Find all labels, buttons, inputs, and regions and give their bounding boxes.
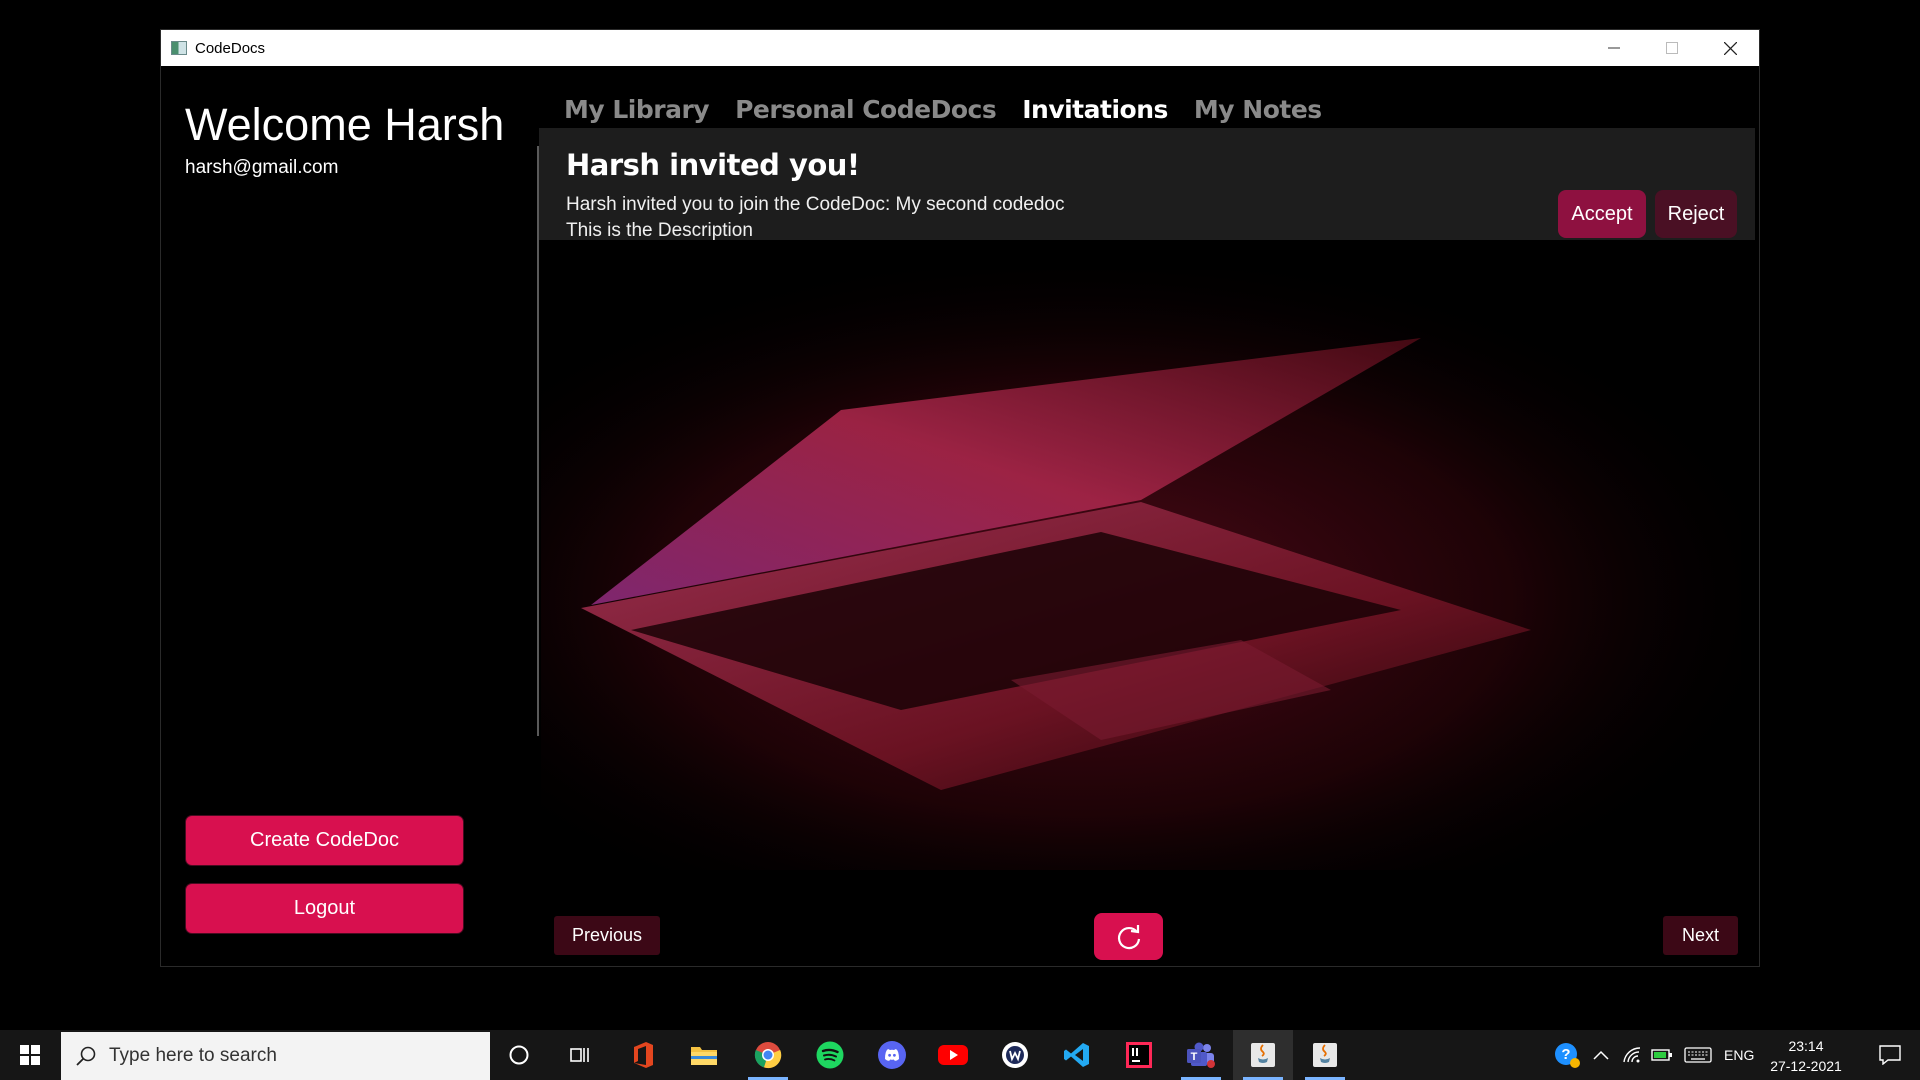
discord-app[interactable] <box>862 1030 922 1080</box>
wordpad-app[interactable] <box>985 1030 1045 1080</box>
close-button[interactable] <box>1701 30 1759 66</box>
minimize-button[interactable] <box>1585 30 1643 66</box>
spotify-icon <box>816 1041 844 1069</box>
keyboard-tray-button[interactable] <box>1680 1030 1716 1080</box>
clock-time: 23:14 <box>1788 1038 1824 1054</box>
task-view-button[interactable] <box>550 1030 610 1080</box>
help-tray-button[interactable]: ? <box>1550 1030 1584 1080</box>
invitation-card: Harsh invited you! Harsh invited you to … <box>539 128 1755 241</box>
windows-icon <box>20 1045 40 1065</box>
vscode-icon <box>1064 1043 1089 1067</box>
search-placeholder: Type here to search <box>109 1045 277 1066</box>
tab-bar: My Library Personal CodeDocs Invitations… <box>551 86 1335 134</box>
help-icon: ? <box>1555 1043 1580 1068</box>
cortana-icon <box>509 1045 529 1065</box>
maximize-button[interactable] <box>1643 30 1701 66</box>
reject-button[interactable]: Reject <box>1655 190 1737 238</box>
invitation-description: This is the Description <box>566 220 753 241</box>
intellij-app[interactable] <box>1109 1030 1169 1080</box>
app-window: CodeDocs Welcome Harsh harsh@gmail.com C… <box>160 29 1760 967</box>
user-email: harsh@gmail.com <box>185 157 339 178</box>
youtube-app[interactable] <box>923 1030 983 1080</box>
taskbar-search-box[interactable]: Type here to search <box>61 1032 490 1080</box>
svg-text:T: T <box>1191 1051 1198 1063</box>
keyboard-icon <box>1684 1047 1712 1063</box>
java-app[interactable] <box>1295 1030 1355 1080</box>
tab-my-notes[interactable]: My Notes <box>1181 86 1335 134</box>
youtube-icon <box>938 1045 968 1065</box>
refresh-button[interactable] <box>1094 913 1163 960</box>
previous-button[interactable]: Previous <box>554 916 660 955</box>
show-hidden-icons-button[interactable] <box>1588 1030 1614 1080</box>
chrome-icon <box>754 1042 782 1069</box>
office-icon <box>634 1042 653 1068</box>
welcome-heading: Welcome Harsh <box>185 99 505 150</box>
laptop-background-image <box>541 270 1741 870</box>
network-tray-button[interactable] <box>1618 1030 1646 1080</box>
invitation-message: Harsh invited you to join the CodeDoc: M… <box>566 194 1065 215</box>
svg-text:?: ? <box>1561 1046 1570 1063</box>
chevron-up-icon <box>1593 1050 1609 1060</box>
next-button[interactable]: Next <box>1663 916 1738 955</box>
title-bar[interactable]: CodeDocs <box>161 30 1759 66</box>
office-app[interactable] <box>613 1030 673 1080</box>
window-title: CodeDocs <box>195 39 266 57</box>
intellij-icon <box>1126 1042 1152 1068</box>
close-icon <box>1723 41 1737 55</box>
file-explorer-icon <box>691 1047 717 1065</box>
search-icon <box>76 1046 96 1066</box>
app-icon <box>171 41 187 55</box>
taskbar: Type here to search T ? ENG 23:14 27-12-… <box>0 1030 1920 1080</box>
chrome-app[interactable] <box>738 1030 798 1080</box>
notification-center-button[interactable] <box>1865 1030 1915 1080</box>
tab-invitations[interactable]: Invitations <box>1009 86 1181 134</box>
file-explorer-app[interactable] <box>674 1030 734 1080</box>
java-app-active[interactable] <box>1233 1030 1293 1080</box>
java-icon <box>1251 1043 1275 1067</box>
battery-tray-button[interactable] <box>1648 1030 1676 1080</box>
maximize-icon <box>1666 42 1678 54</box>
task-view-icon <box>570 1048 589 1062</box>
wifi-icon <box>1623 1047 1641 1063</box>
vscode-app[interactable] <box>1047 1030 1107 1080</box>
logout-button[interactable]: Logout <box>186 884 463 933</box>
invitation-title: Harsh invited you! <box>566 148 860 182</box>
language-indicator[interactable]: ENG <box>1724 1030 1754 1080</box>
system-clock[interactable]: 23:14 27-12-2021 <box>1768 1036 1844 1076</box>
accept-button[interactable]: Accept <box>1558 190 1646 238</box>
discord-icon <box>878 1041 906 1069</box>
java-icon <box>1313 1043 1337 1067</box>
cortana-button[interactable] <box>489 1030 549 1080</box>
minimize-icon <box>1608 47 1620 49</box>
teams-app[interactable]: T <box>1171 1030 1231 1080</box>
notification-icon <box>1879 1045 1901 1065</box>
tab-my-library[interactable]: My Library <box>551 86 722 134</box>
tab-personal-codedocs[interactable]: Personal CodeDocs <box>722 86 1009 134</box>
wordpad-icon <box>1002 1042 1028 1068</box>
start-button[interactable] <box>0 1030 60 1080</box>
create-codedoc-button[interactable]: Create CodeDoc <box>186 816 463 865</box>
clock-date: 27-12-2021 <box>1770 1058 1842 1074</box>
refresh-icon <box>1117 924 1140 949</box>
battery-icon <box>1651 1049 1672 1061</box>
teams-icon: T <box>1187 1042 1215 1068</box>
spotify-app[interactable] <box>800 1030 860 1080</box>
